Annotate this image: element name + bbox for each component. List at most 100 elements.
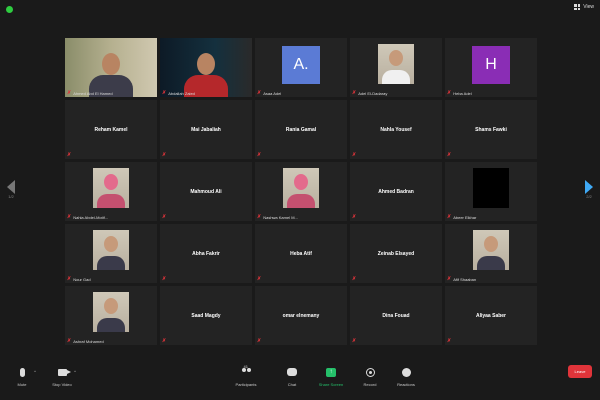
participants-icon [241,368,252,376]
chat-button[interactable]: Chat [272,366,312,387]
participant-tile[interactable]: Dina Fouad ✗ [350,286,442,345]
participant-tile[interactable]: Zeinab Elsayed ✗ [350,224,442,283]
muted-mic-icon: ✗ [67,276,72,282]
smiley-icon [401,367,411,377]
participant-tile[interactable]: Reham Kamel ✗ [65,100,157,159]
mute-button[interactable]: Mute ^ [2,366,42,387]
participant-tile[interactable]: H ✗ Heba Adel [445,38,537,97]
camera-icon [57,368,71,376]
chevron-left-icon [7,180,15,194]
muted-mic-icon: ✗ [352,338,357,344]
participant-grid: ✗ Ahmed Abd El Hamed ✗ Abdallah Zaied A. ✗ Asa… [65,38,537,346]
participant-label: ✗ Adel El-Dadaray [352,90,387,97]
muted-mic-icon: ✗ [257,90,262,96]
participant-tile[interactable]: ✗ Nashwa Kamel M... [255,162,347,221]
view-button[interactable]: View [574,4,594,10]
participant-tile[interactable]: ✗ Abeer Elkhar [445,162,537,221]
chevron-up-icon[interactable]: ^ [74,369,76,374]
muted-mic-icon: ✗ [447,90,452,96]
participant-name: Ahmed Abd El Hamed [73,91,113,96]
share-screen-button[interactable]: ↑ Share Screen [311,366,351,387]
stop-video-button[interactable]: Stop Video ^ [42,366,82,387]
participant-name: Dina Fouad [382,312,410,319]
participant-label: ✗ Heba Adel [447,90,472,97]
participant-tile[interactable]: Saad Magdy ✗ [160,286,252,345]
participant-tile[interactable]: ✗ Ashraf Mohamed [65,286,157,345]
participant-name: Zeinab Elsayed [377,250,415,257]
participants-count: 41 [243,364,248,369]
muted-mic-icon: ✗ [447,152,452,158]
avatar [378,44,414,84]
participant-video [89,49,133,97]
share-screen-icon: ↑ [326,367,336,377]
next-page-label: 2/2 [586,194,592,199]
view-label: View [583,4,594,10]
muted-mic-icon: ✗ [447,214,452,220]
participant-label: ✗ Asaa Adel [257,90,281,97]
participant-name: Afif Shaaban [453,277,477,282]
participant-name: Aliyaa Saber [475,312,507,319]
participant-tile[interactable]: Ahmed Badran ✗ [350,162,442,221]
participant-name: Nahla Abdel-Motif... [73,215,109,220]
participant-tile[interactable]: ✗ Afif Shaaban [445,224,537,283]
participant-tile[interactable]: Aliyaa Saber ✗ [445,286,537,345]
participant-name: Nahla Yousef [380,126,412,133]
chevron-right-icon [585,180,593,194]
record-icon [365,367,375,377]
reactions-label: Reactions [397,382,415,387]
muted-mic-icon: ✗ [257,214,262,220]
participant-tile[interactable]: Shams Fawki ✗ [445,100,537,159]
leave-button[interactable]: Leave [568,365,592,378]
participant-label: ✗ Nashwa Kamel M... [257,214,298,221]
participant-tile[interactable]: omar elnemany ✗ [255,286,347,345]
participant-label: ✗ Nahla Abdel-Motif... [67,215,109,221]
participant-name: Abdallah Zaied [168,91,195,96]
participant-video [184,49,228,97]
next-page-button[interactable]: 2/2 [582,180,596,210]
participants-button[interactable]: 41 Participants [226,364,266,387]
participant-name: Abeer Elkhar [453,215,477,220]
participant-tile[interactable]: Mahmoud Ali ✗ [160,162,252,221]
participant-tile[interactable]: Mai Jabaliah ✗ [160,100,252,159]
participant-name: Mai Jabaliah [191,126,221,133]
chevron-up-icon[interactable]: ^ [34,369,36,374]
participant-name: Rania Gamal [285,126,317,133]
participant-tile[interactable]: ✗ Nahla Abdel-Motif... [65,162,157,221]
prev-page-label: 1/2 [8,194,14,199]
participant-label: ✗ Ahmed Abd El Hamed [67,91,113,97]
participant-name: omar elnemany [282,312,320,319]
participant-tile[interactable]: ✗ Adel El-Dadaray [350,38,442,97]
muted-mic-icon: ✗ [352,90,357,96]
participant-name: Heba Atif [290,250,312,257]
participant-name: Ahmed Badran [378,188,414,195]
prev-page-button[interactable]: 1/2 [4,180,18,210]
muted-mic-icon: ✗ [67,338,72,344]
muted-mic-icon: ✗ [447,276,452,282]
security-indicator-icon[interactable] [6,6,13,13]
participant-tile[interactable]: ✗ Ahmed Abd El Hamed [65,38,157,97]
record-button[interactable]: Record [350,366,390,387]
avatar [473,168,509,208]
reactions-button[interactable]: Reactions [386,366,426,387]
stop-video-label: Stop Video [52,382,72,387]
participant-tile[interactable]: Nahla Yousef ✗ [350,100,442,159]
participant-name: Reham Kamel [94,126,128,133]
share-screen-label: Share Screen [318,382,344,387]
participant-tile[interactable]: ✗ Abdallah Zaied [160,38,252,97]
record-label: Record [363,382,377,387]
participant-label: ✗ Abeer Elkhar [447,214,477,221]
avatar [93,230,129,270]
participant-tile[interactable]: Rania Gamal ✗ [255,100,347,159]
participant-tile[interactable]: ✗ Nour Gad [65,224,157,283]
avatar [283,168,319,208]
participant-tile[interactable]: Abha Fakrir ✗ [160,224,252,283]
participant-tile[interactable]: Heba Atif ✗ [255,224,347,283]
avatar [93,168,129,208]
avatar [93,292,129,332]
muted-mic-icon: ✗ [257,152,262,158]
muted-mic-icon: ✗ [257,276,262,282]
participant-tile[interactable]: A. ✗ Asaa Adel [255,38,347,97]
chat-bubble-icon [287,368,297,376]
participant-label: ✗ Abdallah Zaied [162,91,195,97]
participant-name: Nashwa Kamel M... [263,215,298,220]
